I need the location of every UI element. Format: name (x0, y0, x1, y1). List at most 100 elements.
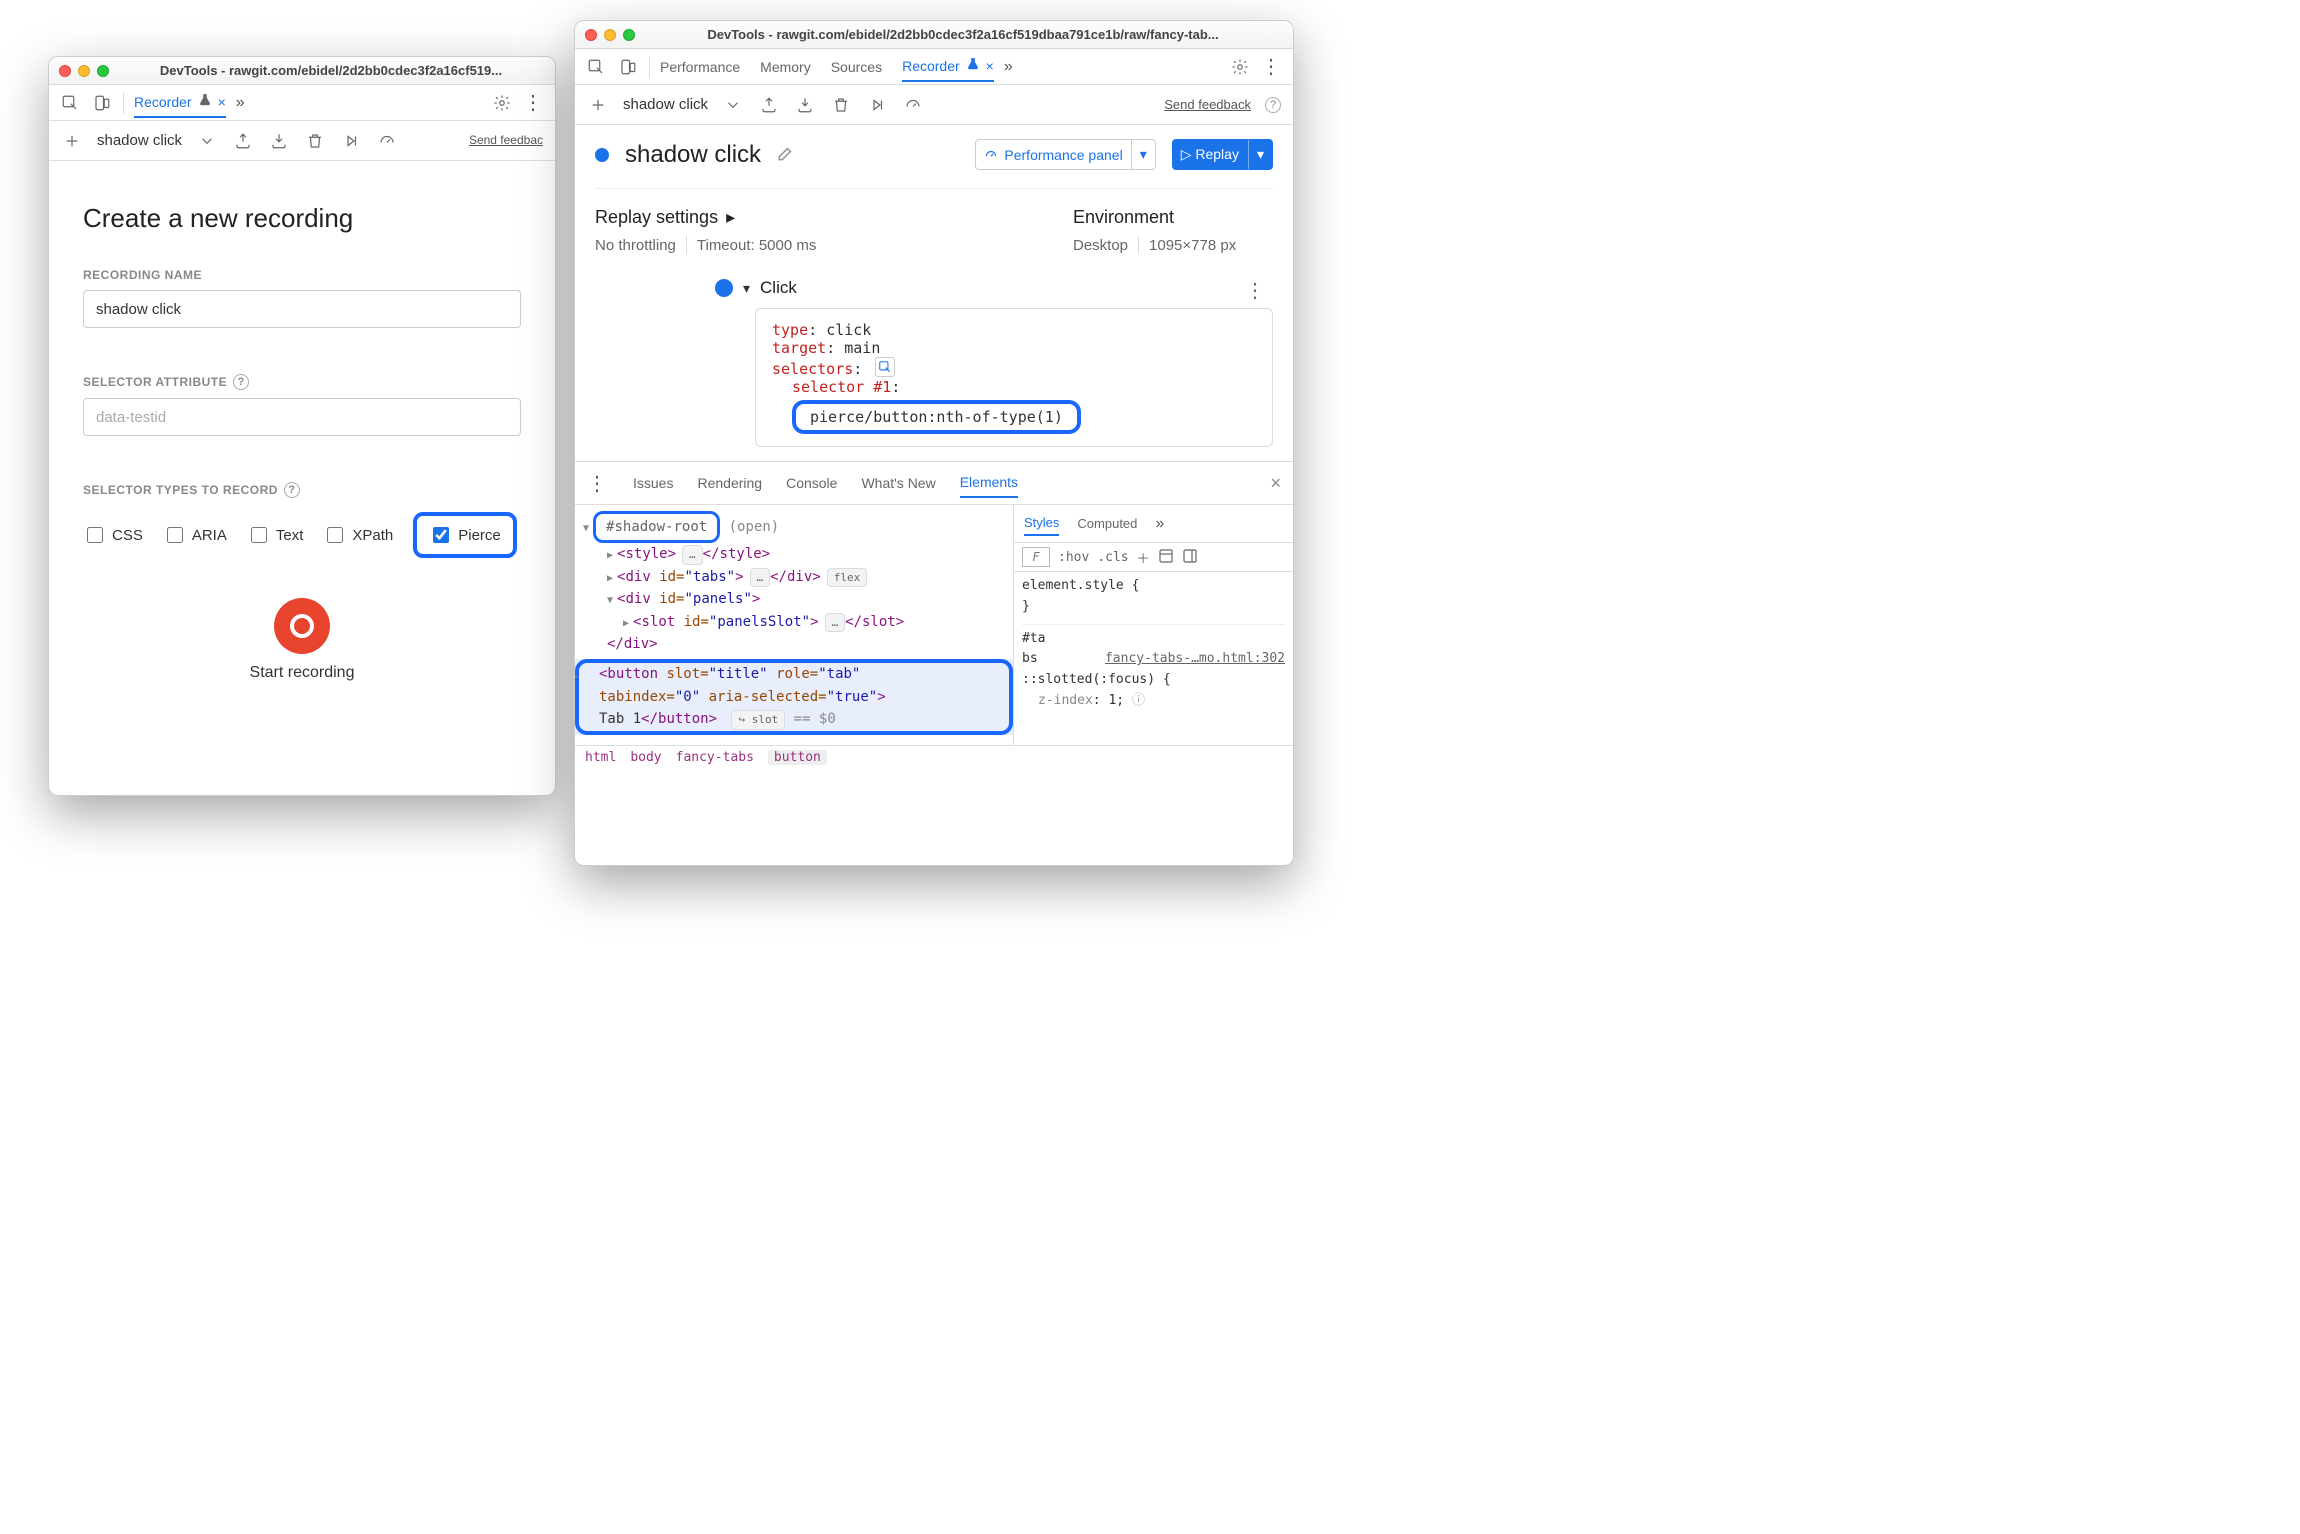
device-toolbar-icon[interactable] (91, 92, 113, 114)
tab-elements[interactable]: Elements (960, 468, 1018, 498)
close-window-icon[interactable] (59, 65, 71, 77)
selector-types-label: SELECTOR TYPES TO RECORD ? (83, 482, 521, 498)
tab-styles[interactable]: Styles (1024, 511, 1059, 536)
inspect-element-icon[interactable] (59, 92, 81, 114)
step-menu-icon[interactable]: ⋮ (1245, 278, 1265, 303)
recording-status-icon (595, 148, 609, 162)
info-icon[interactable]: ⓘ (1132, 693, 1145, 708)
tab-issues[interactable]: Issues (633, 469, 673, 497)
element-style-rule[interactable]: element.style {} (1022, 576, 1285, 618)
tab-rendering[interactable]: Rendering (697, 469, 762, 497)
crumb[interactable]: button (768, 750, 827, 765)
close-tab-icon[interactable]: × (986, 58, 994, 74)
edit-name-icon[interactable] (777, 144, 795, 165)
zoom-window-icon[interactable] (97, 65, 109, 77)
settings-icon[interactable] (491, 92, 513, 114)
replay-settings-header[interactable]: Replay settings▸ (595, 207, 1033, 228)
settings-icon[interactable] (1229, 56, 1251, 78)
dom-breadcrumbs[interactable]: html body fancy-tabs button (575, 745, 1293, 769)
new-recording-icon[interactable] (61, 130, 83, 152)
close-window-icon[interactable] (585, 29, 597, 41)
new-style-icon[interactable]: ＋ (1137, 548, 1150, 567)
more-tabs-icon[interactable]: » (1155, 515, 1164, 533)
elements-tree[interactable]: #shadow-root (open) <style>…</style> <di… (575, 505, 1013, 745)
send-feedback-link[interactable]: Send feedbac (469, 134, 543, 147)
more-tabs-icon[interactable]: » (1004, 58, 1013, 76)
performance-panel-button[interactable]: Performance panel ▾ (975, 139, 1155, 170)
check-pierce[interactable]: Pierce (413, 512, 517, 558)
speed-icon[interactable] (902, 94, 924, 116)
tab-recorder[interactable]: Recorder × (902, 51, 994, 82)
zoom-window-icon[interactable] (623, 29, 635, 41)
titlebar: DevTools - rawgit.com/ebidel/2d2bb0cdec3… (49, 57, 555, 85)
expand-step-icon[interactable]: ▾ (743, 280, 750, 297)
close-tab-icon[interactable]: × (218, 94, 226, 110)
chevron-down-icon: ▾ (1248, 139, 1273, 170)
kebab-menu-icon[interactable]: ⋮ (523, 90, 545, 115)
device-toolbar-icon[interactable] (617, 56, 639, 78)
crumb[interactable]: fancy-tabs (676, 750, 754, 765)
help-icon[interactable]: ? (1265, 97, 1281, 113)
import-icon[interactable] (268, 130, 290, 152)
create-recording-panel: Create a new recording RECORDING NAME SE… (49, 161, 555, 708)
cls-toggle[interactable]: .cls (1097, 550, 1128, 565)
toggle-sidebar-icon[interactable] (1182, 548, 1198, 567)
inspect-element-icon[interactable] (585, 56, 607, 78)
start-recording-button[interactable] (274, 598, 330, 654)
more-tabs-icon[interactable]: » (236, 94, 245, 112)
chevron-down-icon[interactable] (196, 130, 218, 152)
filter-input[interactable] (1022, 547, 1050, 567)
new-recording-icon[interactable] (587, 94, 609, 116)
pick-selector-icon[interactable] (875, 357, 895, 377)
tab-sources[interactable]: Sources (831, 53, 882, 81)
export-icon[interactable] (758, 94, 780, 116)
help-icon[interactable]: ? (284, 482, 300, 498)
minimize-window-icon[interactable] (604, 29, 616, 41)
tab-memory[interactable]: Memory (760, 53, 811, 81)
close-drawer-icon[interactable]: × (1270, 473, 1281, 494)
check-text[interactable]: Text (247, 524, 304, 546)
help-icon[interactable]: ? (233, 374, 249, 390)
step-over-icon[interactable] (866, 94, 888, 116)
minimize-window-icon[interactable] (78, 65, 90, 77)
recording-name-input[interactable] (83, 290, 521, 328)
speed-icon[interactable] (376, 130, 398, 152)
check-css[interactable]: CSS (83, 524, 143, 546)
selector-value[interactable]: pierce/button:nth-of-type(1) (792, 400, 1081, 434)
chevron-down-icon[interactable] (722, 94, 744, 116)
recording-dropdown[interactable]: shadow click (623, 96, 708, 113)
selector-attribute-input[interactable] (83, 398, 521, 436)
crumb[interactable]: html (585, 750, 616, 765)
flex-badge[interactable]: flex (827, 568, 868, 588)
check-aria[interactable]: ARIA (163, 524, 227, 546)
export-icon[interactable] (232, 130, 254, 152)
titlebar: DevTools - rawgit.com/ebidel/2d2bb0cdec3… (575, 21, 1293, 49)
recording-dropdown[interactable]: shadow click (97, 132, 182, 149)
recorder-toolbar: shadow click Send feedbac (49, 121, 555, 161)
delete-icon[interactable] (304, 130, 326, 152)
step-title[interactable]: Click (760, 278, 797, 298)
tab-performance[interactable]: Performance (660, 53, 740, 81)
drawer-menu-icon[interactable]: ⋮ (587, 471, 609, 496)
slot-badge[interactable]: ↪ slot (731, 710, 785, 730)
tab-computed[interactable]: Computed (1077, 512, 1137, 535)
check-xpath[interactable]: XPath (323, 524, 393, 546)
import-icon[interactable] (794, 94, 816, 116)
tab-recorder[interactable]: Recorder × (134, 87, 226, 118)
crumb[interactable]: body (630, 750, 661, 765)
window-title: DevTools - rawgit.com/ebidel/2d2bb0cdec3… (643, 27, 1283, 42)
hov-toggle[interactable]: :hov (1058, 550, 1089, 565)
kebab-menu-icon[interactable]: ⋮ (1261, 54, 1283, 79)
delete-icon[interactable] (830, 94, 852, 116)
tab-console[interactable]: Console (786, 469, 837, 497)
selected-element-row[interactable]: … <button slot="title" role="tab" tabind… (575, 659, 1013, 734)
replay-button[interactable]: ▷ Replay ▾ (1172, 139, 1273, 170)
rule-selector[interactable]: #ta bs (1022, 631, 1045, 667)
tab-whats-new[interactable]: What's New (861, 469, 935, 497)
step-over-icon[interactable] (340, 130, 362, 152)
css-rule[interactable]: ::slotted(:focus) { (1022, 670, 1285, 691)
computed-styles-icon[interactable] (1158, 548, 1174, 567)
traffic-lights (585, 29, 635, 41)
rule-source-link[interactable]: fancy-tabs-…mo.html:302 (1105, 649, 1285, 670)
send-feedback-link[interactable]: Send feedback (1164, 97, 1251, 112)
